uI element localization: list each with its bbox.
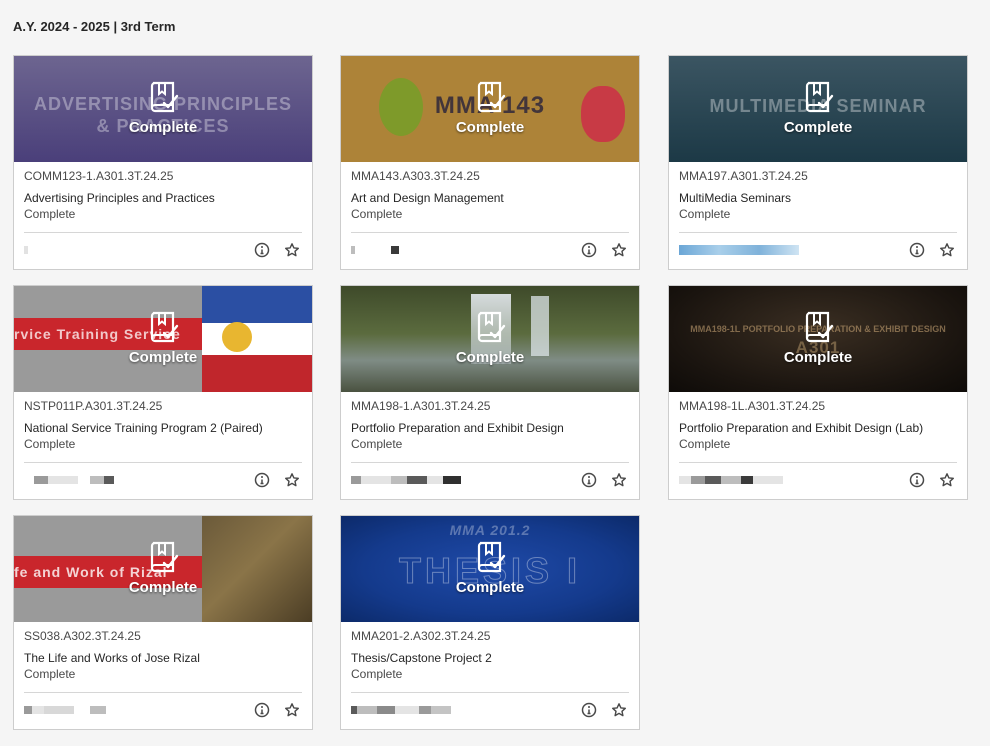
divider [24, 462, 302, 463]
book-check-icon [474, 81, 506, 117]
instructor-name-redacted [679, 245, 799, 255]
course-status: Complete [679, 437, 731, 451]
course-code: MMA143.A303.3T.24.25 [351, 169, 480, 183]
course-code: MMA197.A301.3T.24.25 [679, 169, 808, 183]
instructor-name-redacted [24, 705, 106, 715]
course-banner: fe and Work of Rizal Complete [14, 516, 312, 622]
course-banner: Complete [341, 286, 639, 392]
divider [679, 232, 957, 233]
course-name[interactable]: Advertising Principles and Practices [24, 191, 302, 205]
course-name[interactable]: Art and Design Management [351, 191, 629, 205]
course-card[interactable]: MMA 143 Complete MMA143.A303.3T.24.25 Ar… [340, 55, 640, 270]
course-card[interactable]: rvice Training Service Complete NSTP011P… [13, 285, 313, 500]
divider [24, 232, 302, 233]
course-card[interactable]: MMA198-1L PORTFOLIO PREPARATION & EXHIBI… [668, 285, 968, 500]
course-status: Complete [24, 437, 76, 451]
star-icon[interactable] [611, 472, 627, 488]
completion-overlay-label: Complete [455, 578, 525, 596]
star-icon[interactable] [611, 702, 627, 718]
book-check-icon [802, 311, 834, 347]
info-icon[interactable] [254, 472, 270, 488]
divider [679, 462, 957, 463]
book-check-icon [147, 311, 179, 347]
course-name[interactable]: MultiMedia Seminars [679, 191, 957, 205]
completion-overlay-label: Complete [783, 348, 853, 366]
course-status: Complete [351, 437, 403, 451]
info-icon[interactable] [581, 702, 597, 718]
term-heading: A.Y. 2024 - 2025 | 3rd Term [13, 19, 176, 34]
info-icon[interactable] [254, 702, 270, 718]
course-name[interactable]: The Life and Works of Jose Rizal [24, 651, 302, 665]
star-icon[interactable] [284, 242, 300, 258]
divider [351, 232, 629, 233]
book-check-icon [147, 541, 179, 577]
book-check-icon [802, 81, 834, 117]
info-icon[interactable] [581, 242, 597, 258]
completion-overlay-label: Complete [128, 118, 198, 136]
course-status: Complete [24, 207, 76, 221]
course-code: NSTP011P.A301.3T.24.25 [24, 399, 163, 413]
course-status: Complete [351, 207, 403, 221]
course-card[interactable]: ADVERTISING PRINCIPLES & PRACTICES Compl… [13, 55, 313, 270]
completion-overlay-label: Complete [783, 118, 853, 136]
course-banner: MMA 201.2 THESIS I Complete [341, 516, 639, 622]
course-card[interactable]: MMA 201.2 THESIS I Complete MMA201-2.A30… [340, 515, 640, 730]
course-code: MMA201-2.A302.3T.24.25 [351, 629, 491, 643]
course-code: COMM123-1.A301.3T.24.25 [24, 169, 174, 183]
course-name[interactable]: Portfolio Preparation and Exhibit Design… [679, 421, 957, 435]
info-icon[interactable] [909, 472, 925, 488]
instructor-name-redacted [24, 245, 28, 255]
completion-overlay-label: Complete [455, 348, 525, 366]
book-check-icon [147, 81, 179, 117]
star-icon[interactable] [939, 472, 955, 488]
course-status: Complete [24, 667, 76, 681]
divider [351, 692, 629, 693]
course-status: Complete [351, 667, 403, 681]
instructor-name-redacted [24, 475, 114, 485]
course-name[interactable]: National Service Training Program 2 (Pai… [24, 421, 302, 435]
course-card[interactable]: Complete MMA198-1.A301.3T.24.25 Portfoli… [340, 285, 640, 500]
course-banner: MULTIMEDIA SEMINAR Complete [669, 56, 967, 162]
course-banner: MMA 143 Complete [341, 56, 639, 162]
course-banner: MMA198-1L PORTFOLIO PREPARATION & EXHIBI… [669, 286, 967, 392]
course-code: MMA198-1.A301.3T.24.25 [351, 399, 491, 413]
course-name[interactable]: Thesis/Capstone Project 2 [351, 651, 629, 665]
book-check-icon [474, 541, 506, 577]
info-icon[interactable] [581, 472, 597, 488]
star-icon[interactable] [284, 472, 300, 488]
divider [24, 692, 302, 693]
completion-overlay-label: Complete [128, 348, 198, 366]
instructor-name-redacted [351, 705, 451, 715]
course-code: SS038.A302.3T.24.25 [24, 629, 141, 643]
star-icon[interactable] [611, 242, 627, 258]
completion-overlay-label: Complete [455, 118, 525, 136]
course-banner: ADVERTISING PRINCIPLES & PRACTICES Compl… [14, 56, 312, 162]
course-status: Complete [679, 207, 731, 221]
book-check-icon [474, 311, 506, 347]
instructor-name-redacted [351, 475, 461, 485]
star-icon[interactable] [939, 242, 955, 258]
divider [351, 462, 629, 463]
star-icon[interactable] [284, 702, 300, 718]
info-icon[interactable] [254, 242, 270, 258]
course-card[interactable]: fe and Work of Rizal Complete SS038.A302… [13, 515, 313, 730]
course-card[interactable]: MULTIMEDIA SEMINAR Complete MMA197.A301.… [668, 55, 968, 270]
course-name[interactable]: Portfolio Preparation and Exhibit Design [351, 421, 629, 435]
course-code: MMA198-1L.A301.3T.24.25 [679, 399, 826, 413]
instructor-name-redacted [679, 475, 783, 485]
info-icon[interactable] [909, 242, 925, 258]
instructor-name-redacted [351, 245, 399, 255]
completion-overlay-label: Complete [128, 578, 198, 596]
course-banner: rvice Training Service Complete [14, 286, 312, 392]
